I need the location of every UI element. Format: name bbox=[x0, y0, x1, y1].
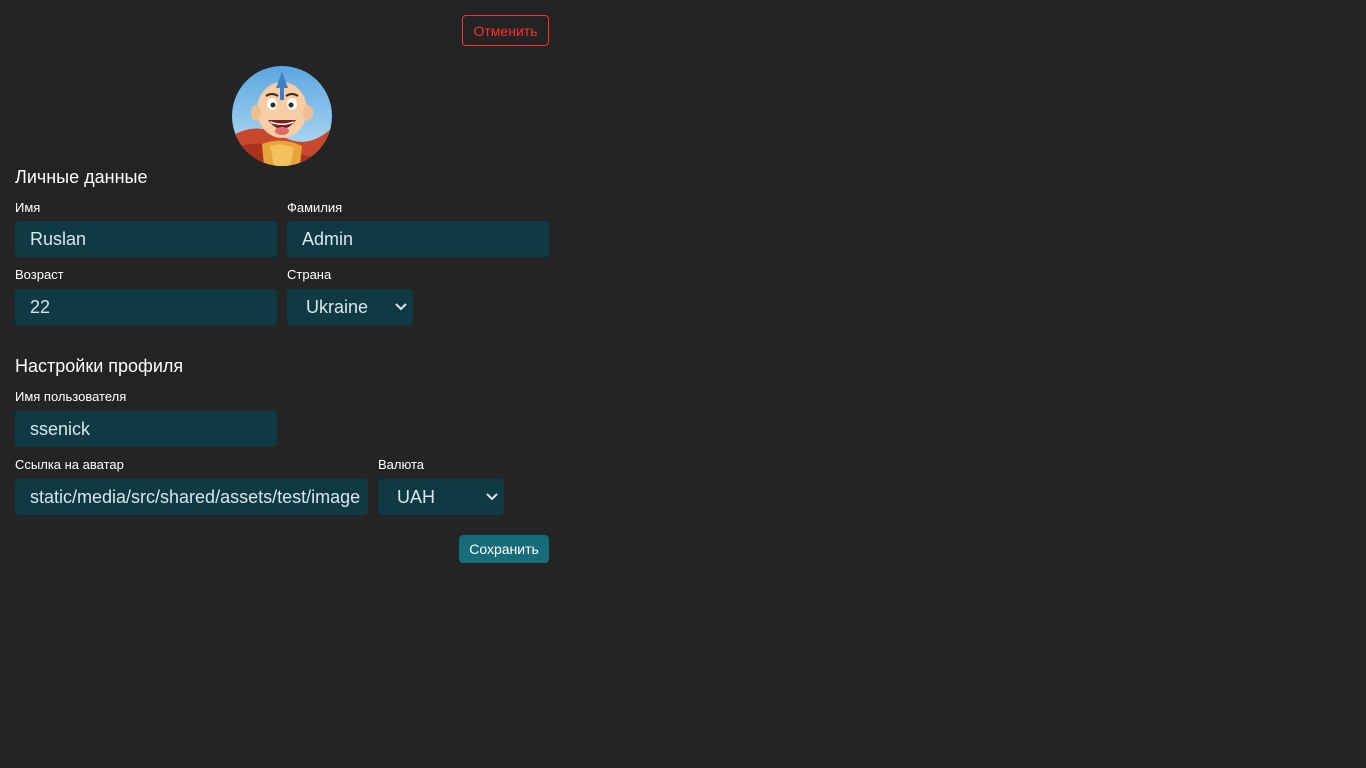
avatar-link-label: Ссылка на аватар bbox=[15, 457, 124, 472]
country-select-value: Ukraine bbox=[306, 296, 369, 317]
first-name-label: Имя bbox=[15, 200, 41, 215]
profile-settings-title: Настройки профиля bbox=[15, 356, 184, 376]
personal-data-title: Личные данные bbox=[15, 167, 148, 187]
profile-page: Отменить Личные данные Имя Ruslan Фамили… bbox=[0, 0, 1366, 768]
avatar-link-field[interactable]: static/media/src/shared/assets/test/imag… bbox=[15, 479, 368, 515]
username-label: Имя пользователя bbox=[15, 389, 127, 404]
cancel-button[interactable]: Отменить bbox=[462, 15, 549, 46]
chevron-down-icon bbox=[395, 301, 407, 313]
currency-select-value: UAH bbox=[397, 486, 436, 507]
avatar bbox=[232, 66, 332, 166]
save-button[interactable]: Сохранить bbox=[459, 535, 549, 563]
last-name-label: Фамилия bbox=[287, 200, 343, 215]
country-select[interactable]: Ukraine bbox=[287, 289, 413, 325]
country-label: Страна bbox=[287, 267, 332, 282]
age-field[interactable]: 22 bbox=[15, 289, 277, 325]
currency-label: Валюта bbox=[378, 457, 424, 472]
age-label: Возраст bbox=[15, 267, 64, 282]
chevron-down-icon bbox=[486, 491, 498, 503]
currency-select[interactable]: UAH bbox=[378, 479, 504, 515]
last-name-field[interactable]: Admin bbox=[287, 221, 549, 257]
first-name-field[interactable]: Ruslan bbox=[15, 221, 277, 257]
username-field[interactable]: ssenick bbox=[15, 411, 277, 447]
avatar-image-icon bbox=[232, 66, 332, 166]
